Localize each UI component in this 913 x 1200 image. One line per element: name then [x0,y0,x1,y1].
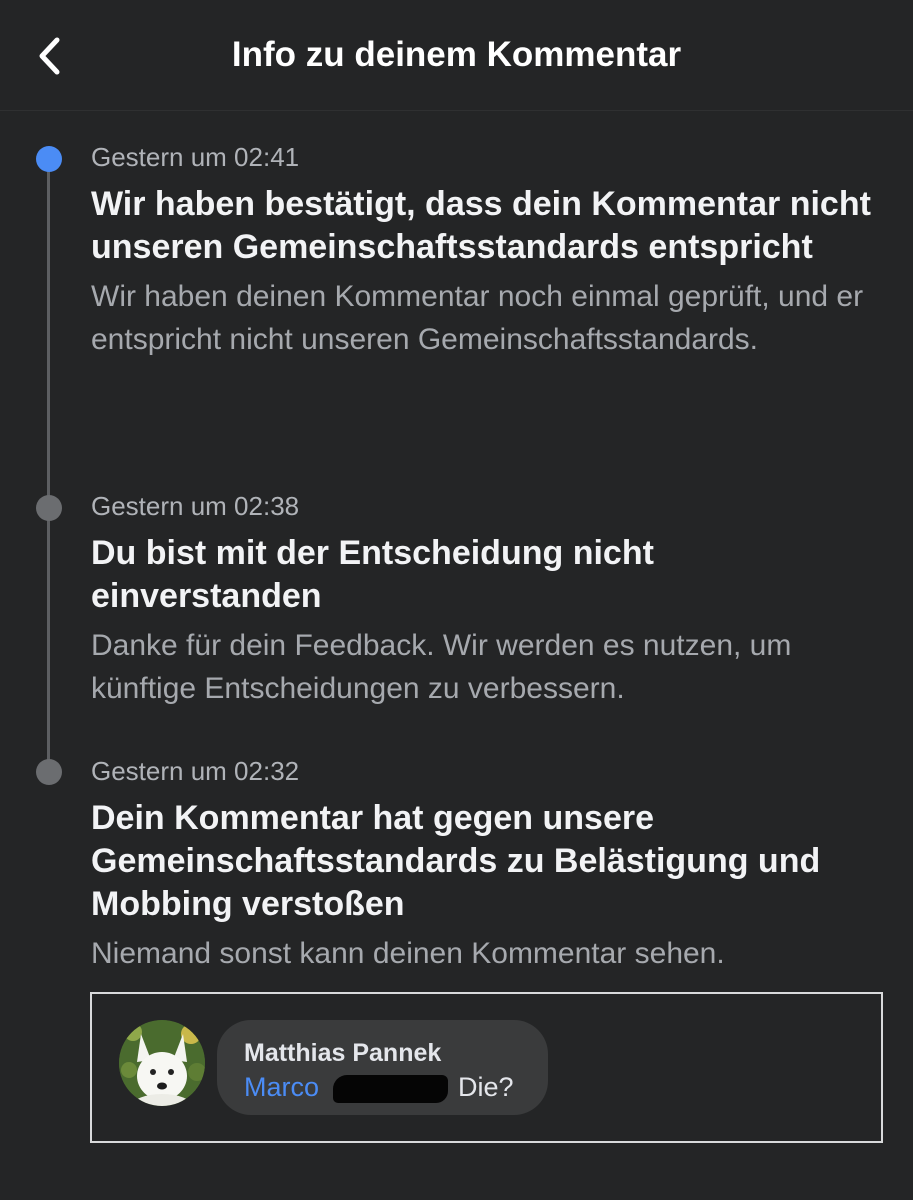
comment-author: Matthias Pannek [244,1039,442,1067]
timeline-entry: Gestern um 02:38 Du bist mit der Entsche… [91,489,881,710]
dog-avatar-icon [119,1020,205,1106]
timeline-title: Wir haben bestätigt, dass dein Kommentar… [91,185,871,266]
comment-mention[interactable]: Marco [244,1072,319,1102]
timeline-title: Dein Kommentar hat gegen unsere Gemeinsc… [91,799,821,923]
timeline-dot [36,759,62,785]
timeline-timestamp: Gestern um 02:32 [91,756,300,786]
avatar [119,1020,205,1106]
timeline-description: Danke für dein Feedback. Wir werden es n… [91,629,792,705]
timeline-dot [36,495,62,521]
timeline-timestamp: Gestern um 02:41 [91,142,300,172]
timeline-dot-active [36,146,62,172]
timeline-description: Wir haben deinen Kommentar noch einmal g… [91,280,864,356]
timeline-line [47,160,50,772]
page-title: Info zu deinem Kommentar [231,35,682,74]
timeline-title: Du bist mit der Entscheidung nicht einve… [91,534,654,615]
header-bar: Info zu deinem Kommentar [0,0,913,111]
timeline-entry: Gestern um 02:32 Dein Kommentar hat gege… [91,754,881,975]
comment-preview: Matthias Pannek Marco Die? [90,992,883,1143]
redaction-mark [333,1074,449,1103]
comment-text: Die? [458,1072,514,1102]
comment-text-line: Marco Die? [244,1070,514,1104]
timeline-timestamp: Gestern um 02:38 [91,491,300,521]
comment-bubble: Matthias Pannek Marco Die? [217,1020,548,1115]
timeline-entry: Gestern um 02:41 Wir haben bestätigt, da… [91,140,881,361]
timeline-description: Niemand sonst kann deinen Kommentar sehe… [91,937,725,970]
